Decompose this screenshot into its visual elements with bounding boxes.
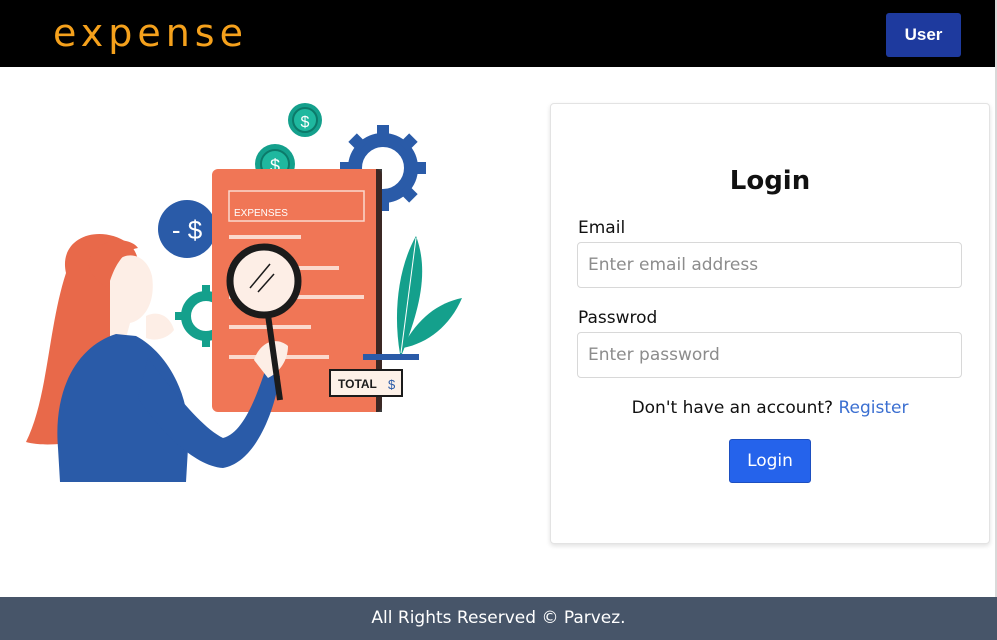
password-label: Passwrod bbox=[578, 308, 658, 328]
email-field[interactable] bbox=[577, 242, 962, 288]
svg-text:$: $ bbox=[301, 114, 310, 131]
no-account-text: Don't have an account? bbox=[631, 398, 834, 418]
navbar: expense User bbox=[0, 0, 995, 67]
coin-icon: $ bbox=[288, 103, 322, 137]
login-title: Login bbox=[729, 166, 811, 196]
total-tag: TOTAL $ bbox=[329, 369, 403, 397]
svg-text:TOTAL: TOTAL bbox=[338, 377, 377, 391]
register-prompt: Don't have an account? Register bbox=[551, 398, 989, 418]
svg-text:EXPENSES: EXPENSES bbox=[234, 208, 288, 219]
register-link[interactable]: Register bbox=[838, 398, 908, 418]
brand-logo[interactable]: expense bbox=[53, 11, 248, 55]
expense-illustration: $ $ - $ EXPENSES TOTAL $ bbox=[26, 103, 462, 482]
login-card: Login Email Passwrod Don't have an accou… bbox=[550, 103, 990, 544]
login-button[interactable]: Login bbox=[729, 439, 811, 483]
minus-dollar-badge: - $ bbox=[158, 200, 216, 258]
svg-text:- $: - $ bbox=[172, 215, 203, 245]
user-button[interactable]: User bbox=[886, 13, 961, 57]
password-field[interactable] bbox=[577, 332, 962, 378]
footer-text: All Rights Reserved © Parvez. bbox=[371, 608, 626, 628]
email-label: Email bbox=[578, 218, 626, 238]
footer: All Rights Reserved © Parvez. bbox=[0, 597, 997, 640]
svg-text:$: $ bbox=[388, 377, 396, 392]
